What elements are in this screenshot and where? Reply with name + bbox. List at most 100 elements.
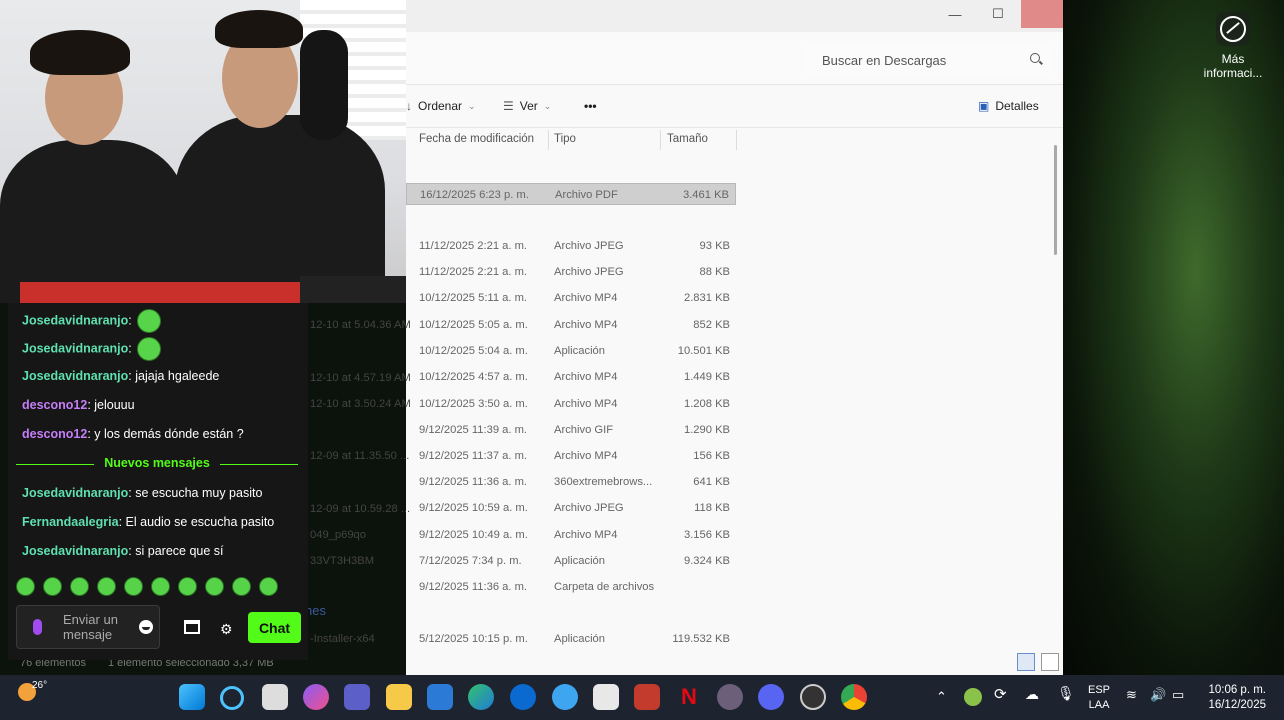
chat-username[interactable]: Josedavidnaranjo bbox=[22, 341, 128, 355]
obs-icon[interactable] bbox=[800, 684, 826, 710]
file-row[interactable]: 9/12/2025 10:59 a. m. Archivo JPEG 118 KB bbox=[406, 497, 736, 519]
browser-360-icon[interactable] bbox=[552, 684, 578, 710]
file-row[interactable]: 7/12/2025 7:34 p. m. Aplicación 9.324 KB bbox=[406, 550, 736, 572]
emote-icon[interactable] bbox=[70, 577, 89, 596]
wifi-icon[interactable]: ≋ bbox=[1126, 687, 1137, 702]
column-date[interactable]: Fecha de modificación bbox=[419, 133, 534, 145]
emote-icon[interactable] bbox=[205, 577, 224, 596]
file-row[interactable]: 10/12/2025 3:50 a. m. Archivo MP4 1.208 KB bbox=[406, 393, 736, 415]
column-divider[interactable] bbox=[736, 130, 737, 150]
sync-icon[interactable]: ⟳ bbox=[994, 687, 1007, 702]
file-row[interactable]: 5/12/2025 10:15 p. m. Aplicación 119.532 K… bbox=[406, 628, 736, 650]
copilot-icon[interactable] bbox=[303, 684, 329, 710]
clock[interactable]: 10:06 p. m. 16/12/2025 bbox=[1208, 683, 1266, 713]
file-name-partial[interactable]: 12-09 at 11.35.50 ... bbox=[310, 450, 409, 462]
chat-username[interactable]: Josedavidnaranjo bbox=[22, 369, 128, 383]
file-row[interactable]: 10/12/2025 5:04 a. m. Aplicación 10.501 KB bbox=[406, 340, 736, 362]
file-row[interactable]: 9/12/2025 11:37 a. m. Archivo MP4 156 KB bbox=[406, 445, 736, 467]
more-options-button[interactable]: ••• bbox=[584, 99, 597, 113]
volume-icon[interactable]: 🔊 bbox=[1150, 687, 1166, 702]
file-size: 3.156 KB bbox=[683, 529, 730, 541]
chat-username[interactable]: Josedavidnaranjo bbox=[22, 486, 128, 500]
emote-icon[interactable] bbox=[151, 577, 170, 596]
emote-icon[interactable] bbox=[124, 577, 143, 596]
task-view-icon[interactable] bbox=[262, 684, 288, 710]
details-view-toggle[interactable] bbox=[1017, 653, 1035, 671]
tray-app-icon[interactable] bbox=[964, 688, 982, 706]
discord-icon[interactable] bbox=[758, 684, 784, 710]
minimize-button[interactable]: — bbox=[934, 0, 976, 28]
chat-username[interactable]: Josedavidnaranjo bbox=[22, 544, 128, 558]
chat-username[interactable]: Fernandaalegria bbox=[22, 515, 119, 529]
store-icon[interactable] bbox=[184, 620, 200, 634]
file-name-partial[interactable]: 12-10 at 4.57.19 AM bbox=[310, 372, 411, 384]
hp-icon[interactable] bbox=[510, 684, 536, 710]
sort-button[interactable]: ↓ Ordenar ⌄ bbox=[406, 99, 476, 113]
search-input[interactable]: Buscar en Descargas bbox=[806, 44, 1050, 76]
view-button[interactable]: ☰ Ver ⌄ bbox=[503, 99, 551, 113]
file-size: 641 KB bbox=[693, 476, 730, 488]
mic-icon[interactable] bbox=[33, 619, 42, 635]
chrome-icon[interactable] bbox=[841, 684, 867, 710]
desktop-info-shortcut[interactable]: Más informaci... bbox=[1200, 12, 1266, 80]
chat-username[interactable]: descono12 bbox=[22, 427, 87, 441]
vertical-scrollbar[interactable] bbox=[1054, 145, 1057, 255]
emote-icon[interactable] bbox=[97, 577, 116, 596]
column-divider[interactable] bbox=[548, 130, 549, 150]
file-row[interactable]: 9/12/2025 11:36 a. m. 360extremebrows... 6… bbox=[406, 471, 736, 493]
file-explorer-icon[interactable] bbox=[386, 684, 412, 710]
file-row[interactable]: 9/12/2025 11:36 a. m. Carpeta de archivos bbox=[406, 576, 736, 598]
mic-icon[interactable]: 🎙 bbox=[1057, 686, 1075, 701]
file-row[interactable]: 11/12/2025 2:21 a. m. Archivo JPEG 93 KB bbox=[406, 235, 736, 257]
nav-section-label[interactable]: nes bbox=[305, 603, 326, 618]
battery-icon[interactable]: ▭ bbox=[1172, 687, 1184, 702]
chat-username[interactable]: descono12 bbox=[22, 398, 87, 412]
chat-username[interactable]: Josedavidnaranjo bbox=[22, 313, 128, 327]
file-name-partial[interactable]: 049_p69qo bbox=[310, 529, 366, 541]
file-name-partial[interactable]: 12-10 at 5.04.36 AM bbox=[310, 319, 411, 331]
store-app-icon[interactable] bbox=[427, 684, 453, 710]
file-row[interactable]: 11/12/2025 2:21 a. m. Archivo JPEG 88 KB bbox=[406, 261, 736, 283]
tiles-view-toggle[interactable] bbox=[1041, 653, 1059, 671]
file-size: 1.449 KB bbox=[683, 371, 730, 383]
chat-send-button[interactable]: Chat bbox=[248, 612, 301, 643]
column-type[interactable]: Tipo bbox=[554, 133, 576, 145]
game-icon[interactable] bbox=[634, 684, 660, 710]
emote-icon[interactable] bbox=[16, 577, 35, 596]
file-row[interactable]: 10/12/2025 5:05 a. m. Archivo MP4 852 KB bbox=[406, 314, 736, 336]
file-size: 93 KB bbox=[699, 240, 730, 252]
gear-icon[interactable]: ⚙ bbox=[220, 621, 233, 638]
app-icon[interactable] bbox=[717, 684, 743, 710]
details-pane-button[interactable]: ▣ Detalles bbox=[978, 99, 1039, 113]
emote-icon[interactable] bbox=[232, 577, 251, 596]
emote-icon[interactable] bbox=[178, 577, 197, 596]
emoji-icon[interactable] bbox=[139, 620, 153, 634]
file-row[interactable]: 10/12/2025 5:11 a. m. Archivo MP4 2.831 KB bbox=[406, 287, 736, 309]
chat-message-input[interactable]: Enviar un mensaje bbox=[16, 605, 160, 649]
search-icon[interactable] bbox=[220, 686, 244, 710]
edge-icon[interactable] bbox=[468, 684, 494, 710]
file-row[interactable]: 16/12/2025 6:23 p. m. Archivo PDF 3.461 … bbox=[406, 183, 736, 205]
close-button[interactable] bbox=[1021, 0, 1063, 28]
file-name-partial[interactable]: 33VT3H3BM bbox=[310, 555, 374, 567]
roblox-icon[interactable] bbox=[593, 684, 619, 710]
emote-icon[interactable] bbox=[43, 577, 62, 596]
start-icon[interactable] bbox=[179, 684, 205, 710]
cloud-off-icon[interactable]: ☁ bbox=[1025, 687, 1039, 702]
column-divider[interactable] bbox=[660, 130, 661, 150]
file-row[interactable]: 9/12/2025 10:49 a. m. Archivo MP4 3.156 KB bbox=[406, 524, 736, 546]
file-name-partial[interactable]: 12-09 at 10.59.28 ... bbox=[310, 503, 410, 515]
chevron-up-icon[interactable]: ⌃ bbox=[936, 689, 947, 704]
emote-icon[interactable] bbox=[259, 577, 278, 596]
new-messages-divider[interactable]: Nuevos mensajes bbox=[16, 456, 298, 470]
column-size[interactable]: Tamaño bbox=[667, 133, 708, 145]
maximize-button[interactable]: ☐ bbox=[977, 0, 1019, 28]
file-name-partial[interactable]: 12-10 at 3.50.24 AM bbox=[310, 398, 411, 410]
file-row[interactable]: 9/12/2025 11:39 a. m. Archivo GIF 1.290 KB bbox=[406, 419, 736, 441]
language-indicator[interactable]: ESP LAA bbox=[1088, 683, 1110, 713]
file-name-partial[interactable]: -Installer-x64 bbox=[310, 633, 375, 645]
netflix-icon[interactable]: N bbox=[676, 684, 702, 710]
file-row[interactable]: 10/12/2025 4:57 a. m. Archivo MP4 1.449 KB bbox=[406, 366, 736, 388]
teams-icon[interactable] bbox=[344, 684, 370, 710]
weather-widget[interactable]: 26° bbox=[18, 680, 47, 706]
